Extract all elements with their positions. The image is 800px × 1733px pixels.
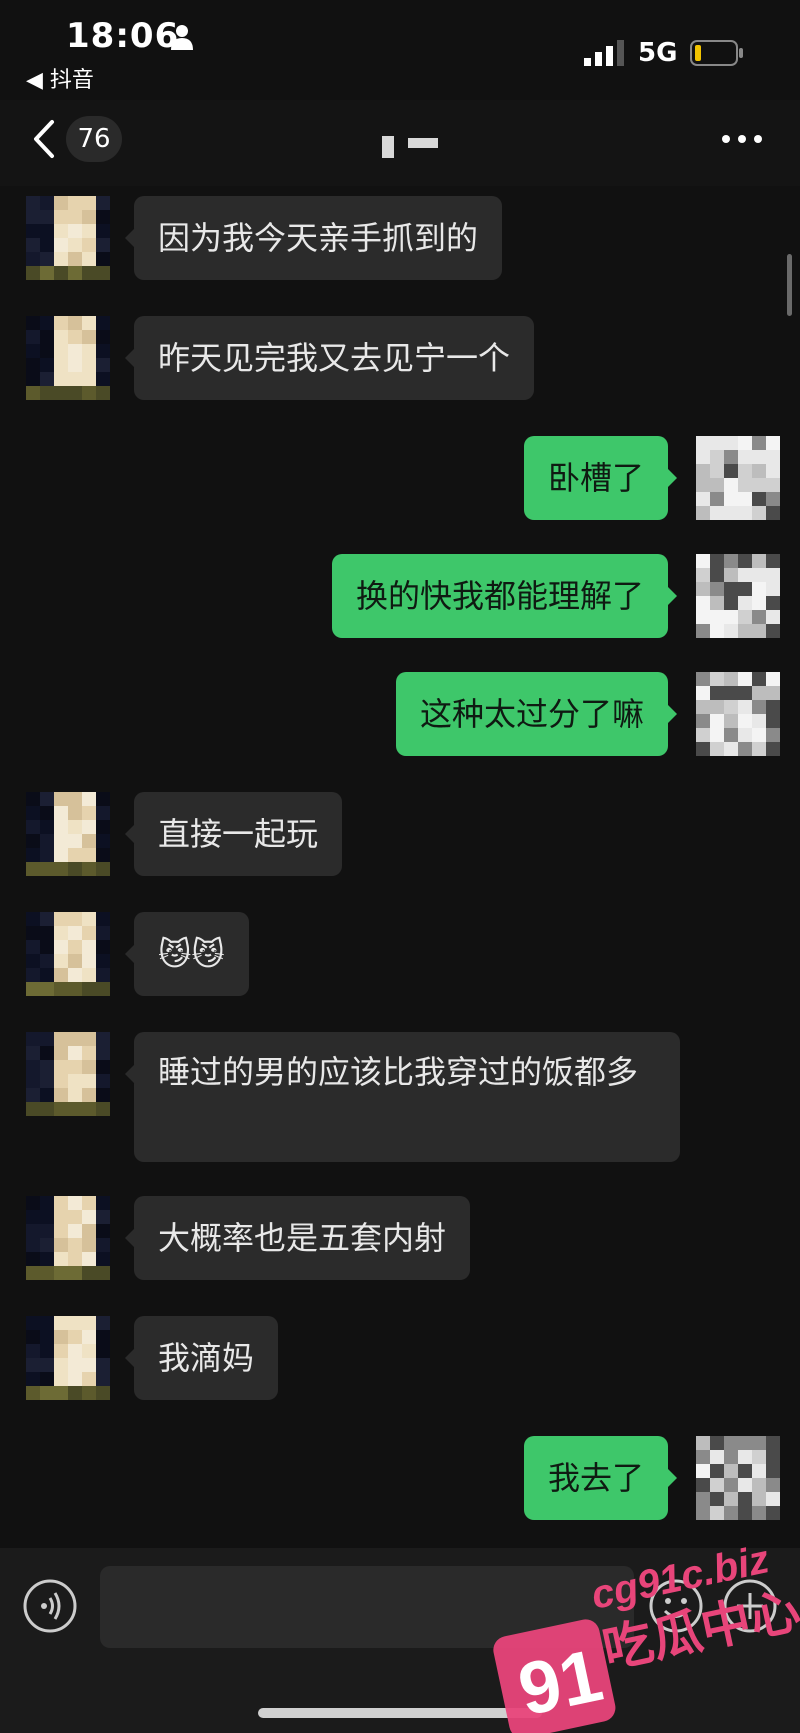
contact-avatar[interactable] <box>26 1032 110 1116</box>
watermark-number: 91 <box>511 1633 609 1731</box>
avatar-mosaic <box>26 1316 110 1400</box>
message-bubble-incoming[interactable]: 因为我今天亲手抓到的 <box>124 196 503 280</box>
message-bubble-incoming[interactable]: 昨天见完我又去见宁一个 <box>124 316 535 400</box>
scrollbar[interactable] <box>787 254 792 316</box>
back-to-app-link[interactable]: ◀ 抖音 <box>26 62 94 94</box>
contact-name-redacted <box>382 136 438 158</box>
avatar-mosaic <box>26 912 110 996</box>
message-bubble-outgoing[interactable]: 这种太过分了嘛 <box>395 672 678 756</box>
avatar-mosaic <box>26 792 110 876</box>
watermark-logo: 91 cg91c.biz 吃瓜中心 <box>493 1537 800 1733</box>
contact-avatar[interactable] <box>26 196 110 280</box>
chat-header: 76 <box>0 100 800 186</box>
message-bubble-incoming[interactable]: 直接一起玩 <box>124 792 343 876</box>
unread-count-badge[interactable]: 76 <box>66 116 122 162</box>
contact-avatar[interactable] <box>26 792 110 876</box>
message-bubble-incoming[interactable]: 我滴妈 <box>124 1316 279 1400</box>
message-bubble-outgoing[interactable]: 换的快我都能理解了 <box>331 554 678 638</box>
my-avatar[interactable] <box>696 436 780 520</box>
avatar-mosaic <box>26 1196 110 1280</box>
contact-avatar[interactable] <box>26 912 110 996</box>
avatar-mosaic <box>26 196 110 280</box>
message-bubble-incoming[interactable]: 大概率也是五套内射 <box>124 1196 471 1280</box>
person-icon <box>171 25 193 50</box>
status-bar: 18:06 ◀ 抖音 5G <box>0 0 800 100</box>
status-time: 18:06 <box>66 16 180 56</box>
back-chevron-icon[interactable] <box>30 118 58 160</box>
contact-avatar[interactable] <box>26 1316 110 1400</box>
avatar-mosaic <box>696 554 780 638</box>
avatar-mosaic <box>696 436 780 520</box>
avatar-mosaic <box>26 1032 110 1116</box>
voice-icon[interactable] <box>22 1578 78 1634</box>
message-bubble-emoji[interactable]: 😼😼 <box>125 912 249 996</box>
message-bubble-outgoing[interactable]: 卧槽了 <box>523 436 678 520</box>
message-bubble-incoming[interactable]: 睡过的男的应该比我穿过的饭都多 <box>125 1032 680 1162</box>
contact-avatar[interactable] <box>26 1196 110 1280</box>
contact-avatar[interactable] <box>26 316 110 400</box>
more-options-icon[interactable] <box>720 128 764 150</box>
network-type: 5G <box>638 38 678 68</box>
my-avatar[interactable] <box>696 554 780 638</box>
my-avatar[interactable] <box>696 672 780 756</box>
signal-icon <box>584 40 624 66</box>
avatar-mosaic <box>26 316 110 400</box>
battery-icon <box>690 40 743 66</box>
avatar-mosaic <box>696 672 780 756</box>
